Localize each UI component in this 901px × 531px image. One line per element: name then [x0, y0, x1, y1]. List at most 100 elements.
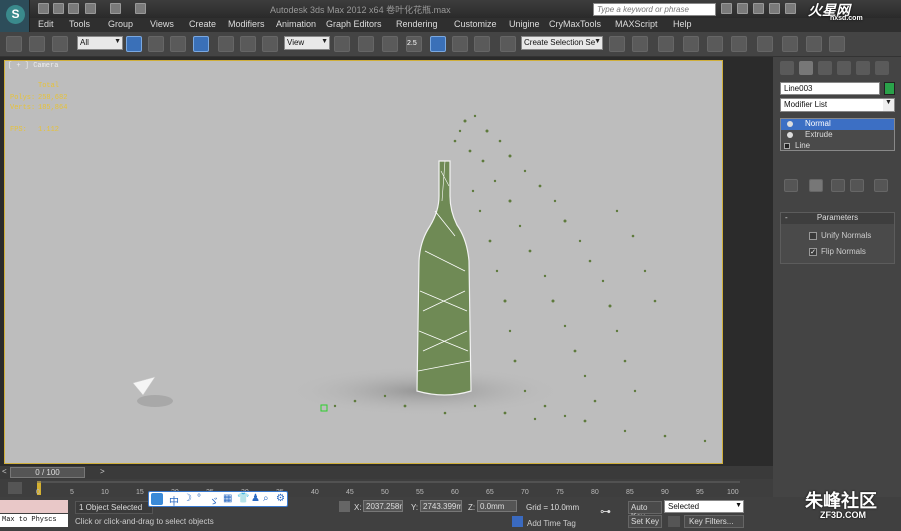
modifier-list-select[interactable]: Modifier List [780, 98, 895, 112]
subscription-icon[interactable] [737, 3, 748, 14]
select-object-icon[interactable] [126, 36, 142, 52]
select-and-manipulate-icon[interactable] [358, 36, 374, 52]
make-unique-icon[interactable] [831, 179, 845, 192]
graphite-modeling-icon[interactable] [683, 36, 699, 52]
display-tab-icon[interactable] [856, 61, 870, 75]
key-mode-select[interactable]: Selected [664, 500, 744, 513]
object-color-swatch[interactable] [884, 82, 895, 95]
select-and-link-icon[interactable] [6, 36, 22, 52]
menu-tools[interactable]: Tools [69, 19, 90, 29]
menu-animation[interactable]: Animation [276, 19, 316, 29]
undo-icon[interactable] [85, 3, 96, 14]
spinner-snap-icon[interactable] [474, 36, 490, 52]
object-name-input[interactable]: Line003 [780, 82, 880, 95]
menu-unigine[interactable]: Unigine [509, 19, 540, 29]
key-icon[interactable]: ⊶ [600, 505, 622, 519]
create-tab-icon[interactable] [780, 61, 794, 75]
open-file-icon[interactable] [53, 3, 64, 14]
track-bar[interactable]: 0 5 10 15 20 25 30 35 40 45 50 55 60 65 … [0, 479, 773, 497]
communication-center-icon[interactable] [753, 3, 764, 14]
help-icon[interactable] [785, 3, 796, 14]
material-editor-icon[interactable] [757, 36, 773, 52]
modify-tab-icon[interactable] [799, 61, 813, 75]
viewport-label[interactable]: [ + ] Camera [8, 62, 58, 70]
menu-create[interactable]: Create [189, 19, 216, 29]
camera-viewport[interactable] [4, 60, 723, 464]
default-in-out-tangent-icon[interactable] [668, 516, 680, 527]
reference-coordinate-select[interactable]: View [284, 36, 330, 50]
y-coordinate-field[interactable]: 2743.399m [420, 500, 462, 512]
selection-filter-select[interactable]: All [77, 36, 123, 50]
bulb-icon[interactable] [787, 132, 793, 138]
project-folder-icon[interactable] [135, 3, 146, 14]
angle-snap-icon[interactable] [430, 36, 446, 52]
ime-settings-icon[interactable]: ⚙ [276, 493, 285, 504]
time-slider[interactable]: 0 / 100 [10, 467, 85, 478]
ime-user-icon[interactable]: ♟ [251, 493, 260, 504]
key-filters-button[interactable]: Key Filters... [684, 515, 744, 528]
move-icon[interactable] [218, 36, 234, 52]
menu-edit[interactable]: Edit [38, 19, 54, 29]
time-tag-icon[interactable] [512, 516, 523, 527]
pivot-center-icon[interactable] [334, 36, 350, 52]
mirror-icon[interactable] [609, 36, 625, 52]
motion-tab-icon[interactable] [837, 61, 851, 75]
auto-key-button[interactable]: Auto Key [628, 501, 662, 521]
hierarchy-tab-icon[interactable] [818, 61, 832, 75]
z-coordinate-field[interactable]: 0.0mm [477, 500, 517, 512]
curve-editor-icon[interactable] [707, 36, 723, 52]
menu-maxscript[interactable]: MAXScript [615, 19, 658, 29]
x-coordinate-field[interactable]: 2037.258m [363, 500, 403, 512]
ime-emoji-icon[interactable]: ゞ [209, 493, 219, 508]
stack-item-line[interactable]: Line [781, 141, 894, 152]
unify-normals-checkbox[interactable] [809, 232, 817, 240]
pin-stack-icon[interactable] [784, 179, 798, 192]
maxscript-listener-output[interactable] [0, 500, 68, 513]
edit-named-selection-icon[interactable] [500, 36, 516, 52]
ime-search-icon[interactable]: ⌕ [263, 493, 269, 504]
named-selection-set-select[interactable]: Create Selection Se [521, 36, 603, 50]
scale-icon[interactable] [262, 36, 278, 52]
menu-views[interactable]: Views [150, 19, 174, 29]
ime-punctuation-icon[interactable]: ° [197, 493, 201, 504]
keyboard-shortcut-override-icon[interactable] [382, 36, 398, 52]
menu-customize[interactable]: Customize [454, 19, 497, 29]
new-file-icon[interactable] [38, 3, 49, 14]
percent-snap-icon[interactable] [452, 36, 468, 52]
rendered-frame-window-icon[interactable] [806, 36, 822, 52]
select-by-name-icon[interactable] [148, 36, 164, 52]
bulb-icon[interactable] [787, 121, 793, 127]
set-key-button[interactable]: Set Key [628, 515, 662, 528]
next-frame-icon[interactable]: > [100, 467, 105, 476]
render-production-icon[interactable] [829, 36, 845, 52]
render-setup-icon[interactable] [782, 36, 798, 52]
rotate-icon[interactable] [240, 36, 256, 52]
layer-manager-icon[interactable] [658, 36, 674, 52]
prev-frame-icon[interactable]: < [2, 467, 7, 476]
menu-group[interactable]: Group [108, 19, 133, 29]
flip-normals-checkbox[interactable]: ✓ [809, 248, 817, 256]
align-icon[interactable] [632, 36, 648, 52]
maxscript-listener-input[interactable]: Max to Physcs [0, 514, 68, 527]
configure-modifier-sets-icon[interactable] [874, 179, 888, 192]
save-file-icon[interactable] [68, 3, 79, 14]
expand-icon[interactable] [784, 143, 790, 149]
menu-rendering[interactable]: Rendering [396, 19, 438, 29]
app-menu-icon[interactable]: S [6, 5, 25, 24]
app-logo[interactable]: S [0, 0, 30, 32]
ime-chinese-icon[interactable]: 中 [169, 493, 179, 508]
menu-help[interactable]: Help [673, 19, 692, 29]
ime-skin-icon[interactable]: 👕 [237, 493, 249, 504]
menu-modifiers[interactable]: Modifiers [228, 19, 265, 29]
stack-item-normal[interactable]: Normal [781, 119, 894, 130]
schematic-view-icon[interactable] [731, 36, 747, 52]
help-search-input[interactable]: Type a keyword or phrase [593, 3, 716, 16]
rollout-header[interactable]: - Parameters [781, 213, 894, 224]
menu-crymaxtools[interactable]: CryMaxTools [549, 19, 601, 29]
search-icon[interactable] [721, 3, 732, 14]
menu-graph-editors[interactable]: Graph Editors [326, 19, 382, 29]
show-end-result-icon[interactable] [809, 179, 823, 192]
remove-modifier-icon[interactable] [850, 179, 864, 192]
ime-keyboard-icon[interactable]: ▦ [223, 493, 232, 504]
lock-selection-icon[interactable] [339, 501, 350, 512]
